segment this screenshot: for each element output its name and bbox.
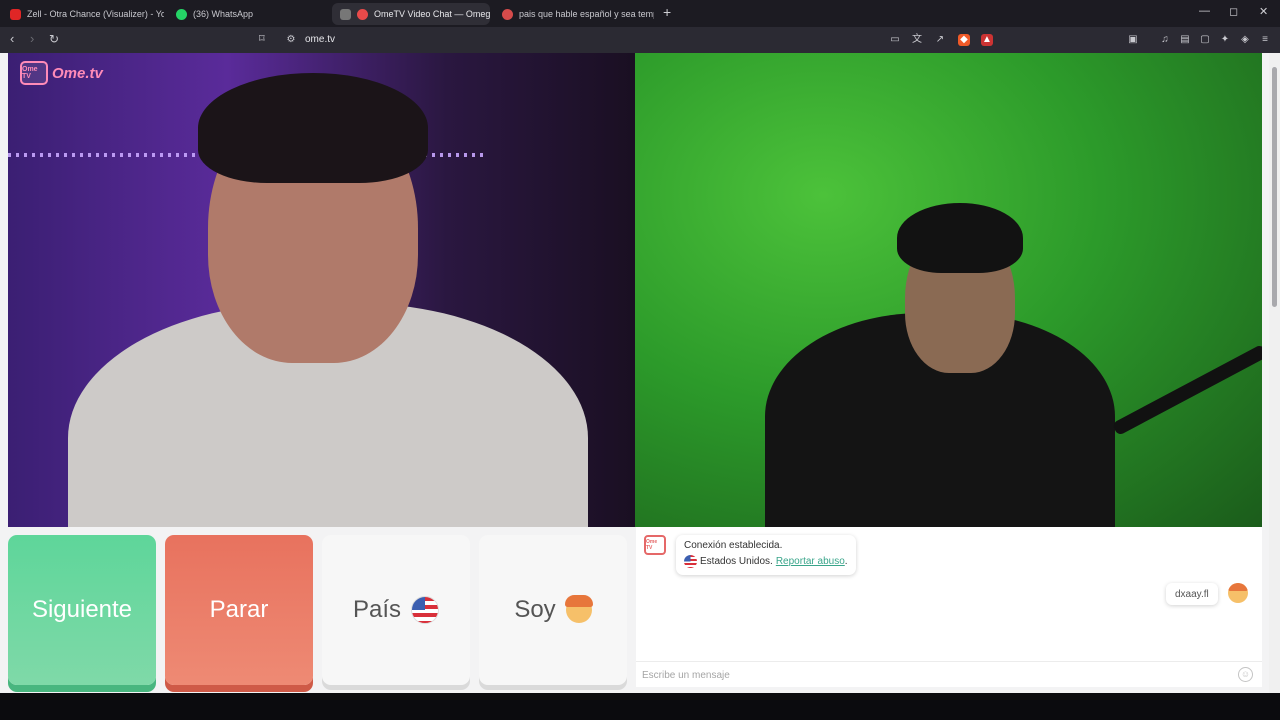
country-button[interactable]: País (322, 535, 470, 685)
tab-label: (36) WhatsApp (193, 9, 254, 19)
site-info-icon[interactable]: ⚙ (285, 34, 297, 46)
person-hair (198, 73, 428, 183)
ometv-page: Ome TV Ome.tv Siguiente Parar País Soy O… (0, 53, 1280, 693)
reload-icon[interactable]: ↻ (49, 32, 59, 46)
connection-status: Conexión establecida. (684, 540, 783, 551)
tab-bar: Zell - Otra Chance (Visualizer) - YouT (… (0, 0, 1280, 27)
leo-ai-icon[interactable]: ✦ (1219, 34, 1231, 46)
brave-shield-icon[interactable]: ◆ (958, 34, 970, 46)
report-abuse-link[interactable]: Reportar abuso (776, 556, 845, 567)
person-hair (897, 203, 1023, 273)
tab-youtube[interactable]: Zell - Otra Chance (Visualizer) - YouT (2, 3, 164, 25)
stop-button[interactable]: Parar (165, 535, 313, 685)
us-flag-icon (684, 555, 697, 568)
gender-button-label: Soy (514, 596, 556, 623)
sidebar-icon[interactable]: ▤ (1179, 34, 1191, 46)
next-button-label: Siguiente (31, 596, 133, 623)
tab-search[interactable]: pais que hable español y sea tempra (494, 3, 654, 25)
next-button[interactable]: Siguiente (8, 535, 156, 685)
page-scrollbar[interactable] (1269, 53, 1280, 693)
vpn-icon[interactable]: ◈ (1239, 34, 1251, 46)
search-favicon-icon (502, 8, 513, 20)
maximize-button[interactable]: ◻ (1229, 5, 1238, 18)
tab-label: pais que hable español y sea tempra (519, 9, 654, 19)
tv-logo-icon: Ome TV (20, 61, 48, 85)
back-icon[interactable]: ‹ (10, 32, 14, 46)
boy-face-icon (564, 595, 593, 623)
cast-icon[interactable]: ▭ (889, 34, 901, 46)
close-window-button[interactable]: ✕ (1259, 5, 1268, 18)
report-suffix: . (844, 556, 848, 567)
minimize-button[interactable]: — (1199, 5, 1210, 17)
tab-ometv[interactable]: OmeTV Video Chat — Omeg ✕ (332, 3, 490, 25)
share-icon[interactable]: ↗ (934, 34, 946, 46)
translate-icon[interactable]: 文 (911, 34, 923, 46)
ometv-logo[interactable]: Ome TV Ome.tv (20, 61, 103, 85)
tab-whatsapp[interactable]: (36) WhatsApp (168, 3, 328, 25)
screenshot-icon[interactable]: ▣ (1127, 34, 1139, 46)
system-message: Conexión establecida. Estados Unidos. Re… (676, 535, 856, 575)
country-button-label: País (352, 596, 402, 623)
tab-label: OmeTV Video Chat — Omeg (374, 9, 490, 19)
new-tab-button[interactable]: + (663, 4, 671, 20)
microphone-arm (1111, 343, 1262, 437)
menu-icon[interactable]: ≡ (1259, 34, 1271, 46)
bookmark-icon[interactable]: ⌑ (259, 32, 265, 46)
gender-button[interactable]: Soy (479, 535, 627, 685)
own-chat-message: dxaay.fl (1166, 583, 1218, 605)
mail-icon (340, 8, 351, 20)
stop-button-label: Parar (209, 596, 269, 623)
message-input[interactable] (642, 667, 1222, 683)
browser-toolbar: ‹ › ↻ ⌑ ⚙ ome.tv ▭ 文 ↗ ◆ ▲ ▣ ♫ ▤ ▢ ✦ ◈ ≡ (0, 27, 1280, 53)
recording-icon (357, 8, 368, 20)
scrollbar-thumb[interactable] (1272, 67, 1277, 307)
youtube-icon (10, 8, 21, 20)
music-icon[interactable]: ♫ (1159, 34, 1171, 46)
remote-video (635, 53, 1262, 527)
wallet-icon[interactable]: ▢ (1199, 34, 1211, 46)
ometv-tv-icon: Ome TV (644, 535, 666, 555)
rewards-icon[interactable]: ▲ (981, 34, 993, 46)
brand-name: Ome.tv (52, 64, 103, 82)
partner-country: Estados Unidos. (700, 556, 773, 567)
us-flag-icon (411, 596, 440, 624)
tab-label: Zell - Otra Chance (Visualizer) - YouT (27, 9, 164, 19)
whatsapp-icon (176, 8, 187, 20)
local-video: Ome TV Ome.tv (8, 53, 635, 527)
own-avatar-icon (1228, 583, 1248, 603)
emoji-icon[interactable]: ☺ (1238, 667, 1253, 682)
taskbar-strip (0, 693, 1280, 720)
forward-icon[interactable]: › (30, 32, 34, 46)
chat-input-row: ☺ (636, 661, 1262, 687)
url-text: ome.tv (305, 34, 336, 45)
